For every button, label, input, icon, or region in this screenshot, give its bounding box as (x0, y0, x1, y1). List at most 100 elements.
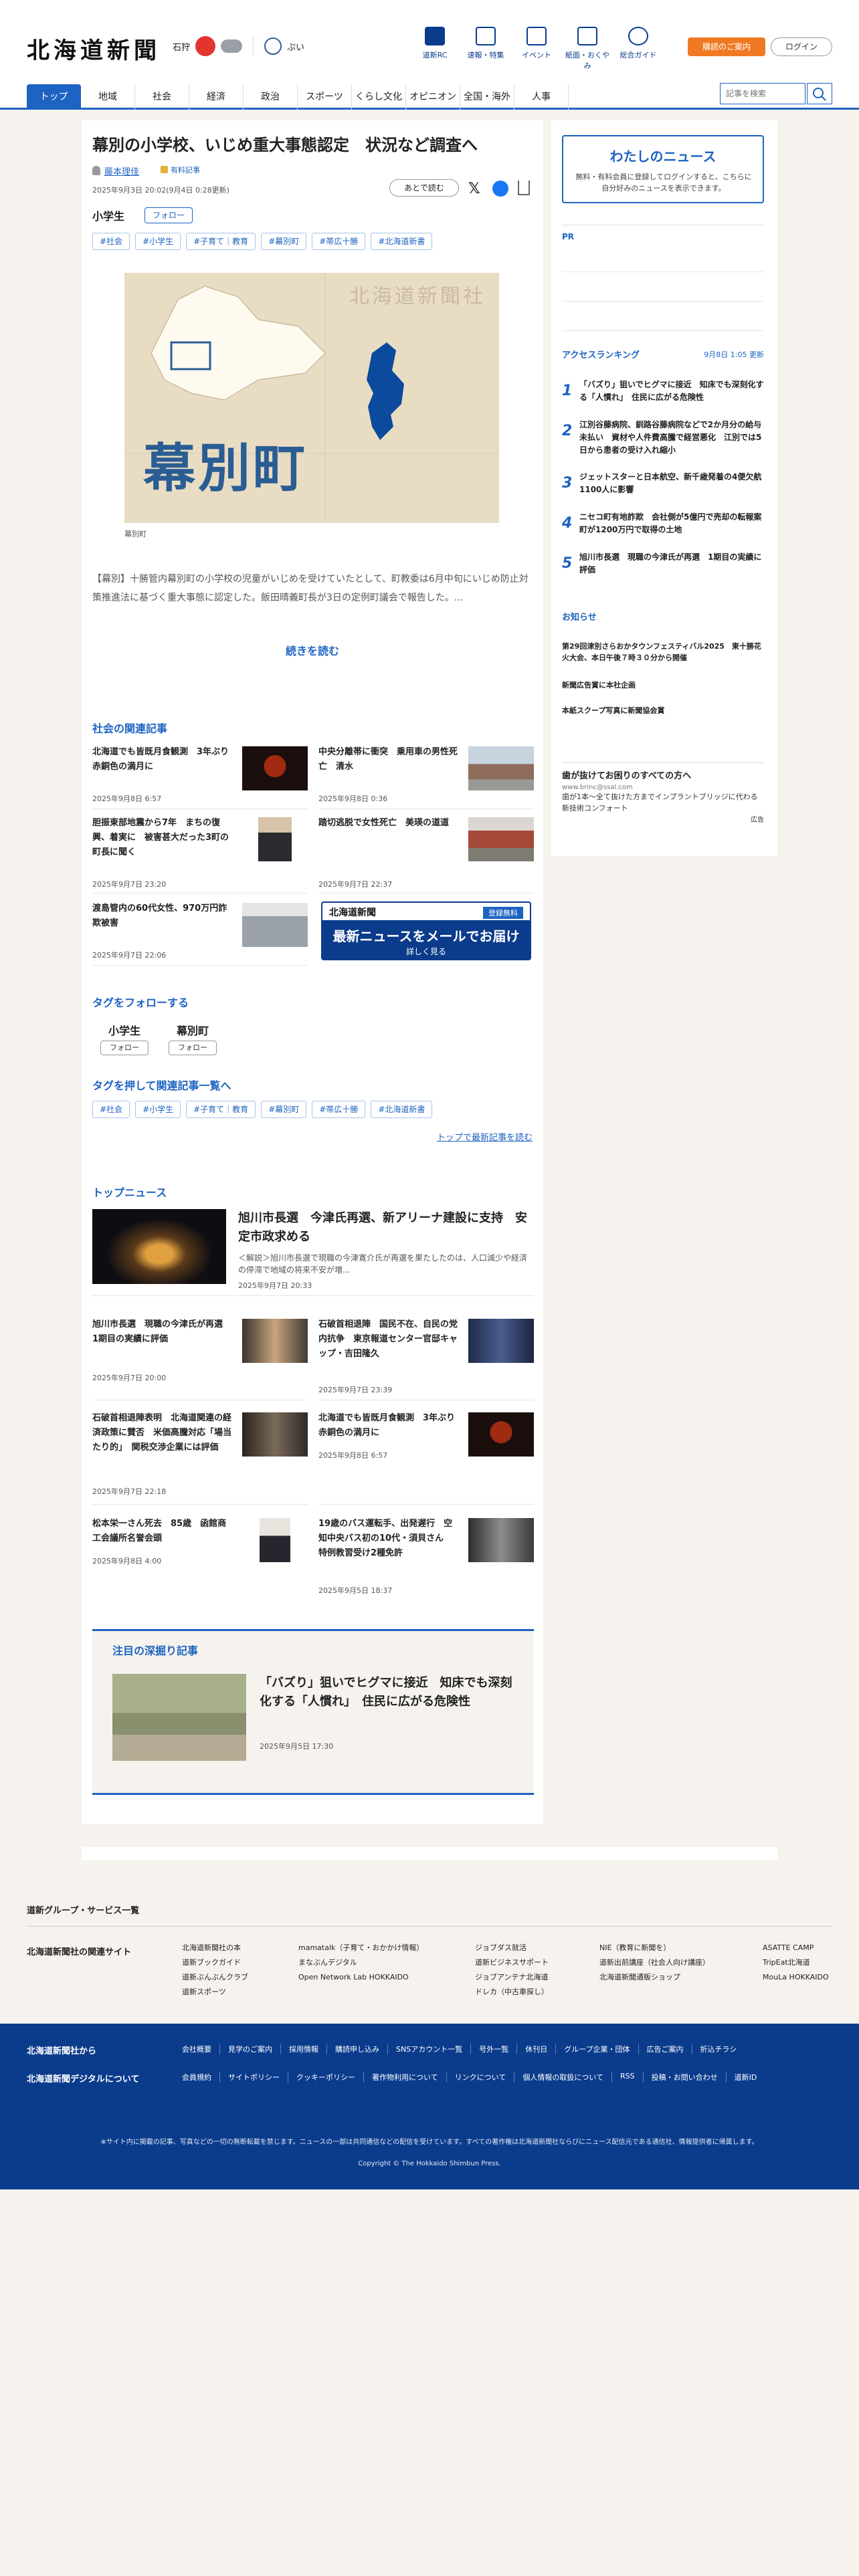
follow-tag-button[interactable]: フォロー (100, 1041, 149, 1055)
nav-item-region[interactable]: 地域 (81, 84, 135, 110)
footer-link[interactable]: 道新スポーツ (182, 1985, 248, 2000)
top-news-item[interactable]: 石破首相退陣 国民不在、自民の党内抗争 東京報道センター官邸キャップ・吉田隆久 … (318, 1317, 534, 1400)
related-item[interactable]: 中央分離帯に衝突 乗用車の男性死亡 清水 2025年9月8日 0:36 (318, 745, 534, 809)
weather-widget[interactable]: 石狩 ぷい (173, 36, 304, 56)
nav-item-society[interactable]: 社会 (135, 84, 189, 110)
footer-link[interactable]: 採用情報 (280, 2044, 326, 2054)
notice-item[interactable]: 新聞広告賞に本社企画 (562, 679, 764, 691)
footer-link[interactable]: 会社概要 (182, 2044, 219, 2054)
footer-link[interactable]: 会員規約 (182, 2072, 219, 2082)
tag-chip[interactable]: #子育て｜教育 (186, 233, 256, 250)
ranking-item[interactable]: 4 ニセコ町有地詐欺 会社側が5億円で売却の転報案 町が1200万円で取得の土地 (562, 511, 769, 550)
footer-link[interactable]: RSS (611, 2072, 643, 2082)
header-item-rc[interactable]: 道新RC (409, 27, 460, 71)
top-news-item[interactable]: 石破首相退陣表明 北海道関連の経済政策に賛否 米価高騰対応「場当たり的」 関税交… (92, 1411, 308, 1505)
tag-chip[interactable]: #社会 (92, 1101, 130, 1118)
read-more-link[interactable]: 続きを読む (82, 642, 543, 658)
footer-link[interactable]: まなぶんデジタル (298, 1955, 423, 1970)
notice-item[interactable]: 第29回津別さらおかタウンフェスティバル2025 東十勝花火大会、本日午後７時３… (562, 641, 764, 663)
top-news-item[interactable]: 19歳のバス運転手、出発遅行 空知中央バス初の10代・須貝さん 特例教習受け2種… (318, 1517, 534, 1610)
nav-item-world[interactable]: 全国・海外 (460, 84, 514, 110)
footer-link[interactable]: 北海道新聞社の本 (182, 1941, 248, 1955)
nav-item-economy[interactable]: 経済 (189, 84, 244, 110)
footer-link[interactable]: ジョブアンテナ北海道 (475, 1970, 549, 1985)
footer-link[interactable]: 道新ID (725, 2072, 765, 2082)
ranking-heading[interactable]: アクセスランキング (562, 348, 640, 360)
tag-chip[interactable]: #社会 (92, 233, 130, 250)
footer-link[interactable]: サイトポリシー (219, 2072, 288, 2082)
related-item[interactable]: 渡島管内の60代女性、970万円詐欺被害 2025年9月7日 22:06 (92, 901, 308, 966)
footer-link[interactable]: 個人情報の取扱について (514, 2072, 611, 2082)
ranking-item[interactable]: 5 旭川市長選 現職の今津氏が再選 1期目の実績に評価 (562, 551, 764, 590)
x-share-icon[interactable]: 𝕏 (468, 181, 480, 197)
footer-link[interactable]: 道新ビジネスサポート (475, 1955, 549, 1970)
tag-chip[interactable]: #北海道新書 (371, 1101, 433, 1118)
deep-dive-heading[interactable]: 注目の深掘り記事 (112, 1642, 198, 1658)
nav-item-culture[interactable]: くらし文化 (352, 84, 406, 110)
login-button[interactable]: ログイン (771, 37, 832, 56)
footer-link[interactable]: クッキーポリシー (288, 2072, 363, 2082)
footer-link[interactable]: Open Network Lab HOKKAIDO (298, 1970, 423, 1985)
tag-chip[interactable]: #帯広十勝 (312, 1101, 366, 1118)
my-news-box[interactable]: わたしのニュース 無料・有料会員に登録してログインすると、こちらに自分好みのニュ… (562, 135, 764, 203)
nav-item-top[interactable]: トップ (27, 84, 81, 110)
footer-link[interactable]: 見学のご案内 (219, 2044, 280, 2054)
footer-link[interactable]: ジョブダス就活 (475, 1941, 549, 1955)
footer-link[interactable]: 著作物利用について (363, 2072, 446, 2082)
tag-chip[interactable]: #小学生 (135, 233, 181, 250)
tag-chip[interactable]: #子育て｜教育 (186, 1101, 256, 1118)
tag-chip[interactable]: #北海道新書 (371, 233, 433, 250)
footer-link[interactable]: 休刊日 (516, 2044, 555, 2054)
notice-item[interactable]: 本紙スクープ写真に新聞協会賞 (562, 705, 764, 716)
follow-tag-button[interactable]: フォロー (145, 207, 193, 223)
footer-link[interactable]: 道新ぶんぶんクラブ (182, 1970, 248, 1985)
ranking-item[interactable]: 1 「バズり」狙いでヒグマに接近 知床でも深刻化する「人慣れ」 住民に広がる危険性 (562, 379, 764, 417)
subscribe-button[interactable]: 購読のご案内 (688, 37, 765, 56)
notice-heading[interactable]: お知らせ (562, 610, 597, 623)
footer-link[interactable]: TripEat北海道 (763, 1955, 829, 1970)
deep-dive-section[interactable]: 注目の深掘り記事 「バズり」狙いでヒグマに接近 知床でも深刻化する「人慣れ」 住… (92, 1629, 534, 1795)
ranking-item[interactable]: 2 江別谷藤病院、釧路谷藤病院などで2か月分の給与未払い 資材や人件費高騰で経営悪… (562, 419, 764, 467)
footer-link[interactable]: 道新ブックガイド (182, 1955, 248, 1970)
top-news-item[interactable]: 松本栄一さん死去 85歳 函館商工会議所名誉会頭 2025年9月8日 4:00 (92, 1517, 308, 1610)
share-icon[interactable] (518, 181, 530, 195)
footer-link[interactable]: 投稿・お問い合わせ (642, 2072, 726, 2082)
footer-link[interactable]: ドレカ（中古車探し） (475, 1985, 549, 2000)
footer-link[interactable]: ASATTE CAMP (763, 1941, 829, 1955)
nav-item-politics[interactable]: 政治 (244, 84, 298, 110)
footer-link[interactable]: 折込チラシ (691, 2044, 745, 2054)
related-item[interactable]: 胆振東部地震から7年 まちの復興、着実に 被害甚大だった3町の町長に聞く 202… (92, 816, 308, 893)
footer-link[interactable]: mamatalk（子育て・おかかけ情報） (298, 1941, 423, 1955)
tag-chip[interactable]: #帯広十勝 (312, 233, 366, 250)
latest-articles-link[interactable]: トップで最新記事を読む (437, 1130, 533, 1143)
nav-item-personnel[interactable]: 人事 (514, 84, 569, 110)
group-services-link[interactable]: 道新グループ・サービス一覧 (27, 1903, 139, 1916)
nav-item-sports[interactable]: スポーツ (298, 84, 352, 110)
footer-link[interactable]: 道新出前講座（社会人向け講座） (599, 1955, 710, 1970)
ranking-item[interactable]: 3 ジェットスターと日本航空、新千歳発着の4便欠航 1100人に影響 (562, 471, 769, 510)
related-item[interactable]: 北海道でも皆既月食観測 3年ぶり 赤銅色の満月に 2025年9月8日 6:57 (92, 745, 308, 809)
read-later-button[interactable]: あとで読む (389, 179, 459, 197)
top-news-item[interactable]: 北海道でも皆既月食観測 3年ぶり 赤銅色の満月に 2025年9月8日 6:57 (318, 1411, 534, 1505)
footer-link[interactable]: 北海道新聞通販ショップ (599, 1970, 710, 1985)
top-news-item[interactable]: 旭川市長選 現職の今津氏が再選 1期目の実績に評価 2025年9月7日 20:0… (92, 1317, 308, 1400)
sidebar-ad[interactable]: 歯が抜けてお困りのすべての方へ www.brinc@ssal.com 歯が1本〜… (562, 762, 764, 824)
footer-link[interactable]: グループ企業・団体 (555, 2044, 638, 2054)
banner-detail-button[interactable]: 詳しく見る (321, 946, 531, 957)
footer-link[interactable]: 購読申し込み (326, 2044, 387, 2054)
footer-link[interactable]: NIE（教育に新聞を） (599, 1941, 710, 1955)
header-item-news[interactable]: 速報・特集 (460, 27, 511, 71)
mail-newsletter-banner[interactable]: 北海道新聞 登録無料 最新ニュースをメールでお届け 詳しく見る (321, 901, 531, 960)
search-button[interactable] (807, 83, 832, 104)
footer-link[interactable]: SNSアカウント一覧 (387, 2044, 470, 2054)
footer-link[interactable]: 号外一覧 (470, 2044, 516, 2054)
site-logo[interactable]: 北海道新聞 (27, 32, 161, 65)
facebook-share-icon[interactable] (492, 181, 508, 197)
footer-link[interactable]: MouLa HOKKAIDO (763, 1970, 829, 1985)
tag-chip[interactable]: #幕別町 (261, 1101, 307, 1118)
header-item-guide[interactable]: 総合ガイド (613, 27, 664, 71)
tag-chip[interactable]: #小学生 (135, 1101, 181, 1118)
tag-chip[interactable]: #幕別町 (261, 233, 307, 250)
header-item-event[interactable]: イベント (511, 27, 562, 71)
author-link[interactable]: 藤本理佳 (104, 165, 139, 177)
